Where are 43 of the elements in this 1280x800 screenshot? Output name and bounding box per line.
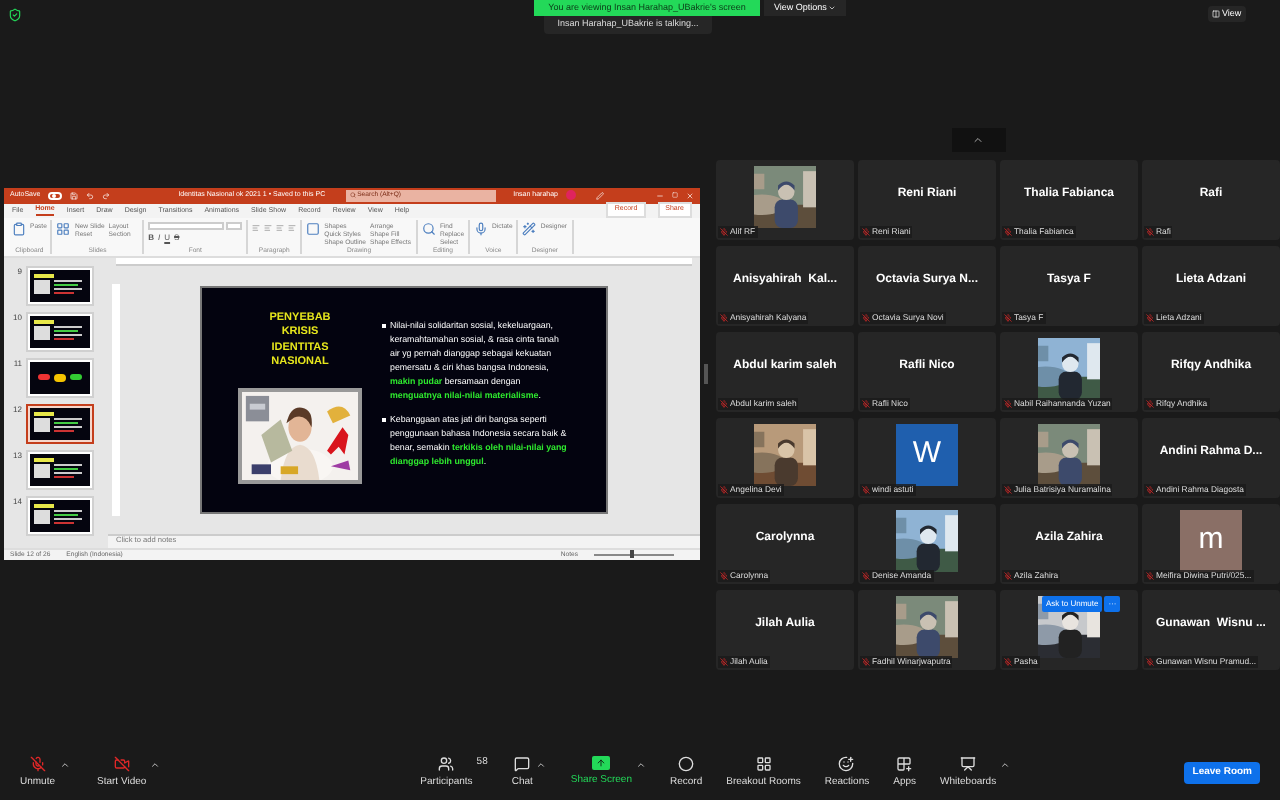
caret-icon[interactable]	[636, 760, 646, 771]
slide-thumbnail[interactable]	[26, 403, 94, 443]
ribbon-icon[interactable]	[12, 221, 26, 235]
search-icon	[349, 192, 356, 198]
ribbon-icon[interactable]	[56, 221, 71, 235]
whiteboard-icon	[960, 755, 977, 772]
paragraph-icon[interactable]	[276, 223, 285, 231]
record-icon	[678, 755, 695, 772]
scroll-handle[interactable]	[704, 363, 708, 383]
zoom-slider[interactable]	[594, 550, 674, 558]
ribbon-icon[interactable]	[306, 221, 321, 235]
avatar: m	[1180, 510, 1242, 572]
font-name-field[interactable]	[148, 221, 225, 229]
caret-icon[interactable]	[150, 759, 161, 770]
undo-icon[interactable]	[86, 191, 95, 199]
font-size-field[interactable]	[226, 221, 243, 229]
caret-icon[interactable]	[1000, 759, 1011, 770]
user-avatar	[566, 190, 576, 200]
apps-icon	[896, 755, 913, 772]
paragraph-icon[interactable]	[288, 223, 297, 231]
encryption-shield-icon[interactable]	[8, 8, 22, 22]
paragraph-icon[interactable]	[264, 223, 273, 231]
avatar: W	[896, 424, 958, 486]
maximize-icon[interactable]	[672, 192, 678, 198]
smiley-plus-icon	[838, 755, 855, 772]
paragraph-icon[interactable]	[252, 223, 261, 231]
redo-icon[interactable]	[102, 191, 111, 199]
chevron-up-icon	[972, 134, 984, 146]
speech-bubble-icon	[514, 755, 531, 772]
ribbon-icon[interactable]	[474, 221, 489, 235]
ribbon-icon[interactable]	[421, 221, 436, 235]
ribbon-icon[interactable]	[522, 221, 537, 235]
layout-icon	[1212, 10, 1220, 18]
people-icon	[438, 755, 455, 772]
save-icon[interactable]	[70, 191, 79, 199]
video-off-icon	[113, 755, 130, 772]
muted-mic-icon	[29, 755, 46, 772]
autosave-toggle[interactable]	[48, 191, 63, 199]
caret-icon[interactable]	[536, 759, 547, 770]
grid-icon	[755, 755, 772, 772]
caret-icon[interactable]	[59, 759, 70, 770]
minimize-icon[interactable]	[656, 191, 664, 199]
pen-icon[interactable]	[596, 191, 604, 199]
